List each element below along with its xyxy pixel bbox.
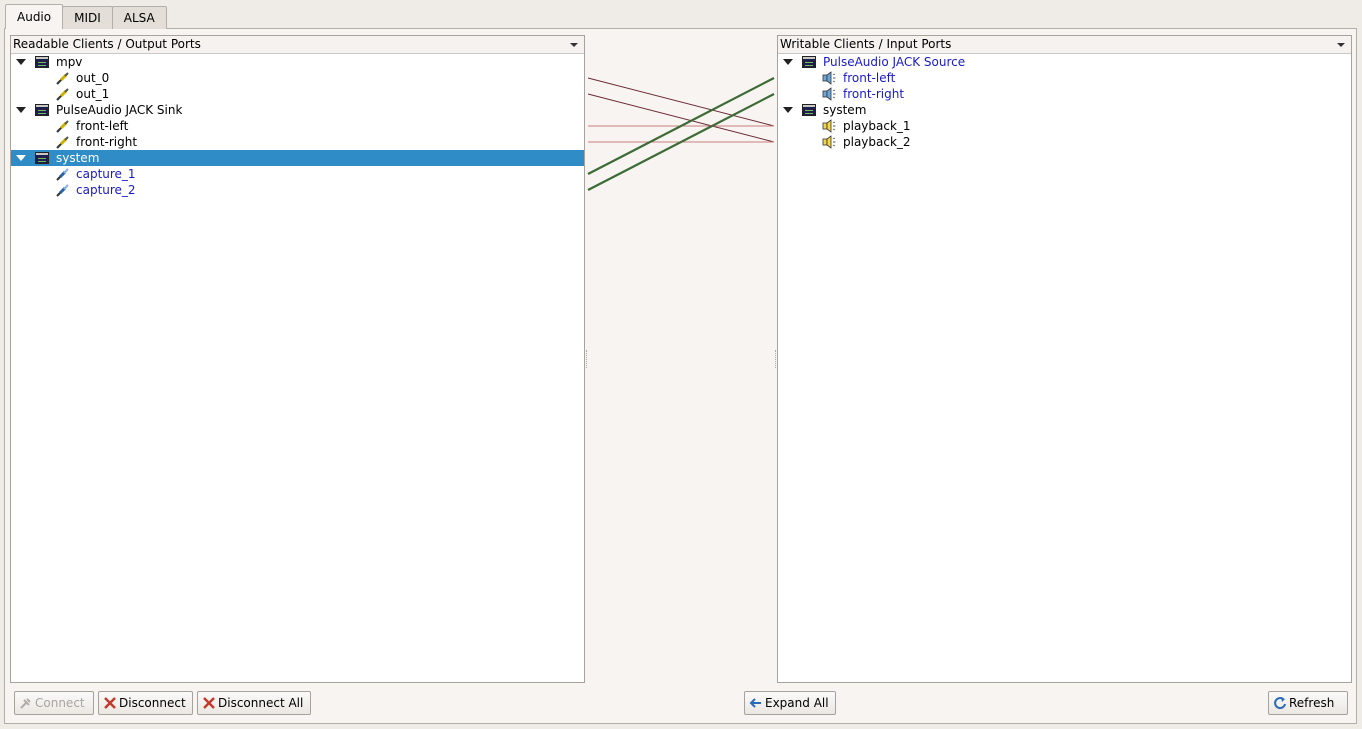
connections-view[interactable] xyxy=(586,35,776,683)
port-row[interactable]: front-right xyxy=(11,134,584,150)
disconnect-button[interactable]: Disconnect xyxy=(98,691,193,715)
port-row[interactable]: front-left xyxy=(11,118,584,134)
refresh-button[interactable]: Refresh xyxy=(1268,691,1348,715)
client-icon xyxy=(35,152,49,164)
output-ports-header[interactable]: Readable Clients / Output Ports xyxy=(11,36,584,54)
port-name: front-right xyxy=(76,135,138,149)
disconnect-all-button[interactable]: Disconnect All xyxy=(197,691,311,715)
input-ports-list[interactable]: Writable Clients / Input Ports PulseAudi… xyxy=(777,35,1352,683)
output-ports-list[interactable]: Readable Clients / Output Ports mpv out_0… xyxy=(10,35,585,683)
client-name: mpv xyxy=(56,55,83,69)
client-row[interactable]: system xyxy=(778,102,1351,118)
tab-midi[interactable]: MIDI xyxy=(62,6,113,29)
port-name: playback_2 xyxy=(843,135,911,149)
port-row[interactable]: playback_2 xyxy=(778,134,1351,150)
client-icon xyxy=(35,56,49,68)
disconnect-all-icon xyxy=(202,696,216,710)
plug-icon xyxy=(19,696,33,710)
input-ports-header[interactable]: Writable Clients / Input Ports xyxy=(778,36,1351,54)
output-port-icon xyxy=(55,183,69,197)
output-port-icon xyxy=(55,167,69,181)
output-port-icon xyxy=(55,87,69,101)
port-name: out_0 xyxy=(76,71,110,85)
port-name: front-left xyxy=(843,71,896,85)
port-row[interactable]: front-left xyxy=(778,70,1351,86)
client-name: system xyxy=(823,103,867,117)
tab-bar: Audio MIDI ALSA xyxy=(5,4,167,29)
port-name: capture_2 xyxy=(76,183,136,197)
port-row[interactable]: out_0 xyxy=(11,70,584,86)
output-tree: mpv out_0 out_1 PulseAudio JACK Sink front-l… xyxy=(11,54,584,198)
speaker-icon xyxy=(822,71,836,85)
port-row[interactable]: front-right xyxy=(778,86,1351,102)
port-name: front-right xyxy=(843,87,905,101)
expand-all-button[interactable]: Expand All xyxy=(744,691,836,715)
client-name: system xyxy=(56,151,100,165)
connect-button[interactable]: Connect xyxy=(14,691,94,715)
expand-toggle-icon[interactable] xyxy=(783,59,793,65)
speaker-icon xyxy=(822,119,836,133)
sort-arrow-icon xyxy=(570,43,578,47)
output-port-icon xyxy=(55,71,69,85)
input-tree: PulseAudio JACK Source front-left front-ri… xyxy=(778,54,1351,150)
client-name: PulseAudio JACK Source xyxy=(823,55,966,69)
client-icon xyxy=(802,104,816,116)
speaker-icon xyxy=(822,87,836,101)
sort-arrow-icon xyxy=(1337,43,1345,47)
expand-icon xyxy=(749,696,763,710)
speaker-icon xyxy=(822,135,836,149)
output-port-icon xyxy=(55,119,69,133)
port-name: capture_1 xyxy=(76,167,136,181)
refresh-icon xyxy=(1273,696,1287,710)
tab-audio[interactable]: Audio xyxy=(5,4,64,29)
client-name: PulseAudio JACK Sink xyxy=(56,103,183,117)
port-name: out_1 xyxy=(76,87,110,101)
client-icon xyxy=(802,56,816,68)
expand-toggle-icon[interactable] xyxy=(783,107,793,113)
client-row[interactable]: system xyxy=(11,150,584,166)
connection-line[interactable] xyxy=(587,93,775,143)
client-icon xyxy=(35,104,49,116)
port-row[interactable]: capture_2 xyxy=(11,182,584,198)
disconnect-icon xyxy=(103,696,117,710)
connection-line[interactable] xyxy=(587,77,775,127)
client-row[interactable]: PulseAudio JACK Sink xyxy=(11,102,584,118)
port-row[interactable]: capture_1 xyxy=(11,166,584,182)
client-row[interactable]: PulseAudio JACK Source xyxy=(778,54,1351,70)
port-row[interactable]: playback_1 xyxy=(778,118,1351,134)
client-row[interactable]: mpv xyxy=(11,54,584,70)
port-name: playback_1 xyxy=(843,119,911,133)
expand-toggle-icon[interactable] xyxy=(16,107,26,113)
port-name: front-left xyxy=(76,119,129,133)
tab-alsa[interactable]: ALSA xyxy=(111,6,167,29)
expand-toggle-icon[interactable] xyxy=(16,59,26,65)
output-port-icon xyxy=(55,135,69,149)
port-row[interactable]: out_1 xyxy=(11,86,584,102)
expand-toggle-icon[interactable] xyxy=(16,155,26,161)
